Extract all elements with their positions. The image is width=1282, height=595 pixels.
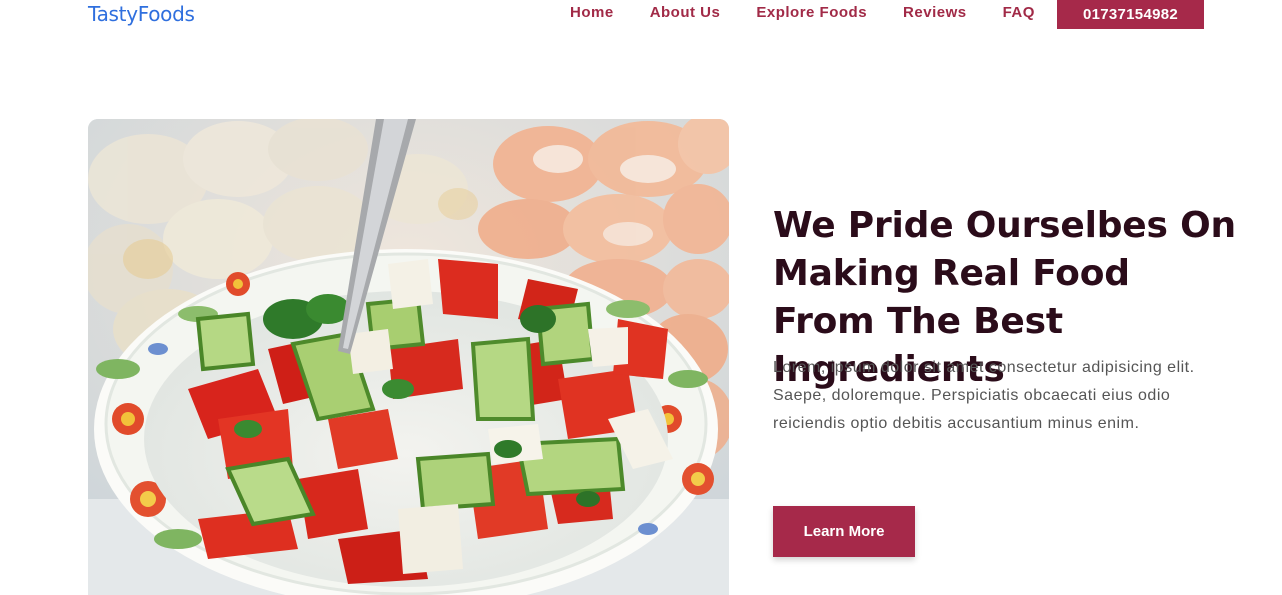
phone-button[interactable]: 01737154982 — [1057, 0, 1204, 29]
salad-bowl-photo-icon — [88, 119, 729, 595]
navbar: TastyFoods Home About Us Explore Foods R… — [0, 0, 1282, 40]
brand-logo-link[interactable]: TastyFoods — [88, 2, 195, 26]
nav-link-explore-foods[interactable]: Explore Foods — [756, 4, 867, 21]
nav-link-faq[interactable]: FAQ — [1003, 4, 1035, 21]
nav-links: Home About Us Explore Foods Reviews FAQ — [570, 4, 1071, 21]
nav-link-reviews[interactable]: Reviews — [903, 4, 967, 21]
nav-link-about-us[interactable]: About Us — [650, 4, 721, 21]
learn-more-button[interactable]: Learn More — [773, 506, 915, 557]
nav-link-home[interactable]: Home — [570, 4, 614, 21]
hero-paragraph: Lorem, ipsum dolor sit amet consectetur … — [773, 359, 1195, 432]
salad-bowl-image — [88, 119, 729, 595]
